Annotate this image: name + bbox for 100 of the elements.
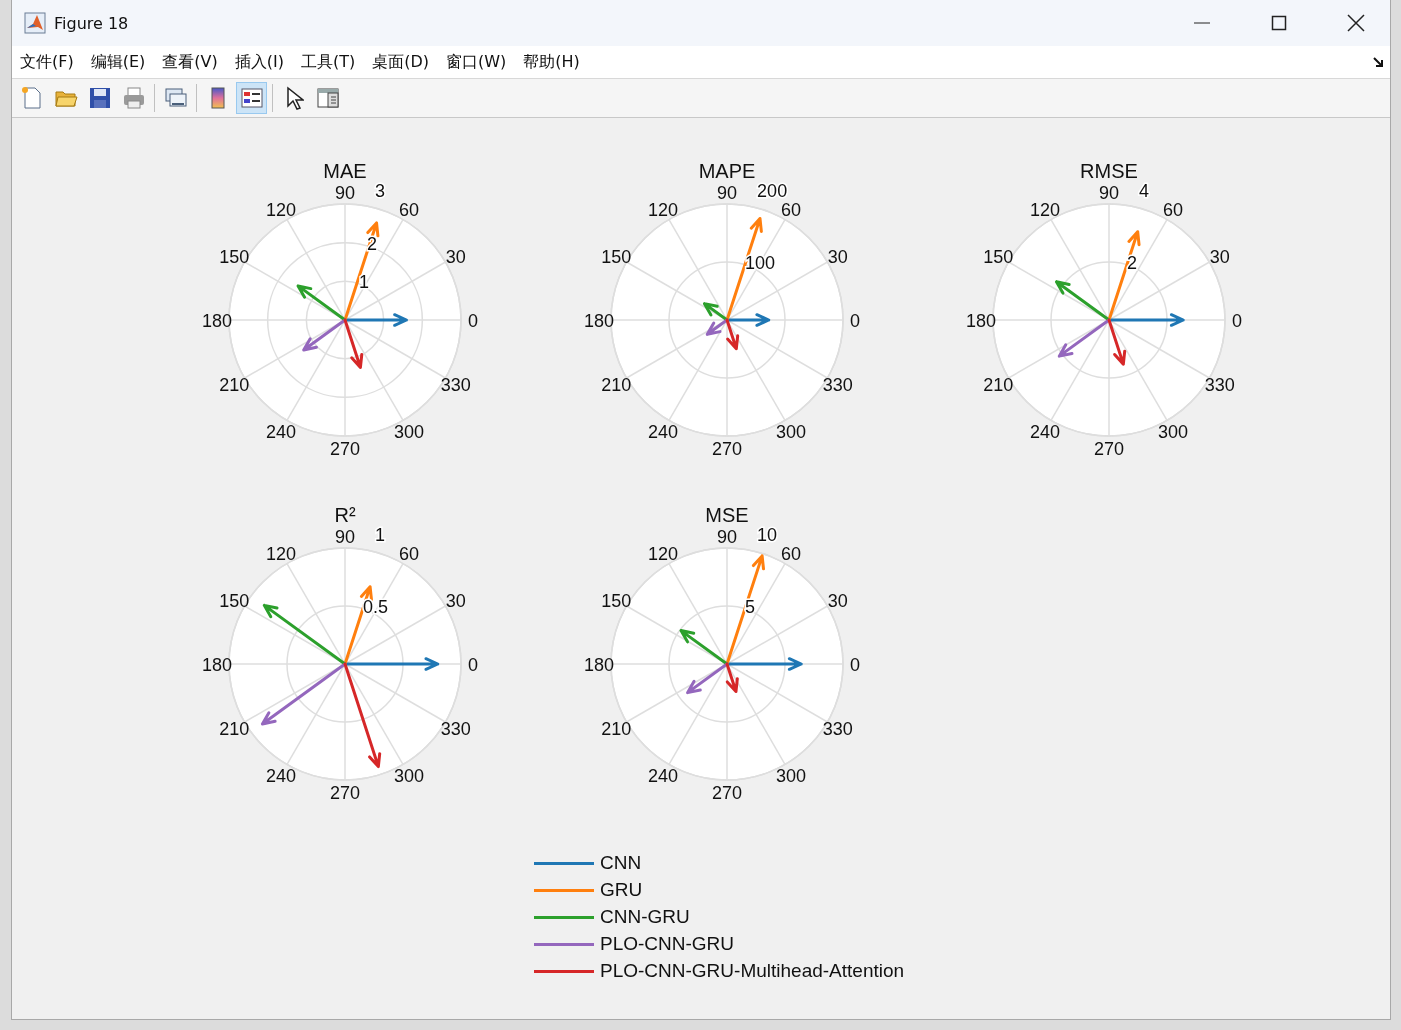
angle-tick-label: 0 xyxy=(468,311,478,331)
angle-tick-label: 270 xyxy=(712,783,742,803)
angle-tick-label: 300 xyxy=(1158,421,1188,442)
angle-tick-label: 180 xyxy=(584,655,614,675)
menu-item[interactable]: 窗口(W) xyxy=(446,51,507,73)
menu-item[interactable]: 编辑(E) xyxy=(90,51,146,73)
printer-icon xyxy=(121,86,146,110)
angle-tick-label: 330 xyxy=(822,719,853,739)
angle-tick-label: 120 xyxy=(266,544,296,565)
chart-title: RMSE xyxy=(1080,160,1138,182)
legend-icon xyxy=(239,86,264,110)
radial-tick-label: 10 xyxy=(757,524,778,545)
angle-tick-label: 210 xyxy=(983,375,1014,395)
angle-tick-label: 240 xyxy=(1030,421,1060,442)
toolbar-button[interactable] xyxy=(236,82,267,114)
legend-label: GRU xyxy=(600,879,643,901)
save-icon xyxy=(87,86,112,110)
radial-tick-label: 1 xyxy=(375,524,386,545)
angle-tick-label: 90 xyxy=(1099,183,1119,203)
angle-tick-label: 0 xyxy=(468,655,478,675)
angle-tick-label: 30 xyxy=(445,247,466,267)
angle-tick-label: 330 xyxy=(822,375,853,395)
angle-tick-label: 300 xyxy=(776,765,806,786)
angle-tick-label: 90 xyxy=(717,527,737,547)
radial-tick-label: 3 xyxy=(375,180,386,201)
menu-item[interactable]: 文件(F) xyxy=(20,51,74,73)
angle-tick-label: 30 xyxy=(445,591,466,611)
radial-tick-label: 200 xyxy=(757,180,788,201)
angle-tick-label: 90 xyxy=(717,183,737,203)
angle-tick-label: 180 xyxy=(584,311,614,331)
angle-tick-label: 150 xyxy=(601,247,632,267)
angle-tick-label: 330 xyxy=(440,375,471,395)
angle-tick-label: 300 xyxy=(394,421,424,442)
angle-tick-label: 240 xyxy=(266,765,296,786)
angle-tick-label: 150 xyxy=(219,591,250,611)
angle-tick-label: 240 xyxy=(648,765,678,786)
angle-tick-label: 300 xyxy=(776,421,806,442)
radial-tick-label: 5 xyxy=(745,597,756,618)
menu-item[interactable]: 桌面(D) xyxy=(372,51,429,73)
chart-title: R² xyxy=(334,504,356,526)
legend-label: PLO-CNN-GRU xyxy=(600,933,735,955)
menu-item[interactable]: 帮助(H) xyxy=(523,51,580,73)
radial-tick-label: 1 xyxy=(359,272,370,293)
new-file-icon xyxy=(19,86,44,110)
menu-item[interactable]: 查看(V) xyxy=(162,51,218,73)
angle-tick-label: 210 xyxy=(219,719,250,739)
app-logo-icon xyxy=(24,12,46,34)
angle-tick-label: 180 xyxy=(966,311,996,331)
angle-tick-label: 210 xyxy=(601,719,632,739)
angle-tick-label: 120 xyxy=(1030,200,1060,221)
menu-item[interactable]: 工具(T) xyxy=(300,51,356,73)
angle-tick-label: 0 xyxy=(1232,311,1242,331)
angle-tick-label: 0 xyxy=(850,311,860,331)
radial-tick-label: 100 xyxy=(745,253,776,274)
angle-tick-label: 210 xyxy=(601,375,632,395)
dock-arrow-icon[interactable] xyxy=(1372,56,1384,68)
angle-tick-label: 60 xyxy=(781,200,801,221)
angle-tick-label: 60 xyxy=(781,544,801,565)
angle-tick-label: 270 xyxy=(330,783,360,803)
legend-label: CNN-GRU xyxy=(600,906,690,928)
angle-tick-label: 60 xyxy=(399,544,419,565)
window-title: Figure 18 xyxy=(54,13,130,33)
angle-tick-label: 150 xyxy=(983,247,1014,267)
angle-tick-label: 30 xyxy=(827,591,848,611)
angle-tick-label: 30 xyxy=(827,247,848,267)
maximize-icon xyxy=(1270,15,1287,31)
menu-item[interactable]: 插入(I) xyxy=(234,51,284,73)
angle-tick-label: 330 xyxy=(440,719,471,739)
legend-label: PLO-CNN-GRU-Multihead-Attention xyxy=(600,960,905,982)
angle-tick-label: 150 xyxy=(601,591,632,611)
close-icon xyxy=(1346,14,1365,32)
property-panel-icon xyxy=(315,86,340,110)
linked-windows-icon xyxy=(163,86,188,110)
angle-tick-label: 0 xyxy=(850,655,860,675)
angle-tick-label: 270 xyxy=(712,439,742,459)
angle-tick-label: 150 xyxy=(219,247,250,267)
angle-tick-label: 120 xyxy=(648,544,678,565)
legend-label: CNN xyxy=(600,852,642,874)
angle-tick-label: 210 xyxy=(219,375,250,395)
angle-tick-label: 270 xyxy=(330,439,360,459)
radial-tick-label: 4 xyxy=(1139,180,1150,201)
minimize-icon xyxy=(1193,22,1210,24)
angle-tick-label: 300 xyxy=(394,765,424,786)
angle-tick-label: 330 xyxy=(1204,375,1235,395)
angle-tick-label: 120 xyxy=(648,200,678,221)
chart-title: MAE xyxy=(323,160,367,182)
angle-tick-label: 90 xyxy=(335,527,355,547)
angle-tick-label: 270 xyxy=(1094,439,1124,459)
angle-tick-label: 240 xyxy=(648,421,678,442)
angle-tick-label: 60 xyxy=(1163,200,1183,221)
angle-tick-label: 30 xyxy=(1209,247,1230,267)
angle-tick-label: 60 xyxy=(399,200,419,221)
chart-title: MSE xyxy=(705,504,749,526)
angle-tick-label: 240 xyxy=(266,421,296,442)
chart-title: MAPE xyxy=(698,160,756,182)
angle-tick-label: 90 xyxy=(335,183,355,203)
radial-tick-label: 2 xyxy=(1127,253,1138,274)
angle-tick-label: 120 xyxy=(266,200,296,221)
angle-tick-label: 180 xyxy=(202,655,232,675)
angle-tick-label: 180 xyxy=(202,311,232,331)
